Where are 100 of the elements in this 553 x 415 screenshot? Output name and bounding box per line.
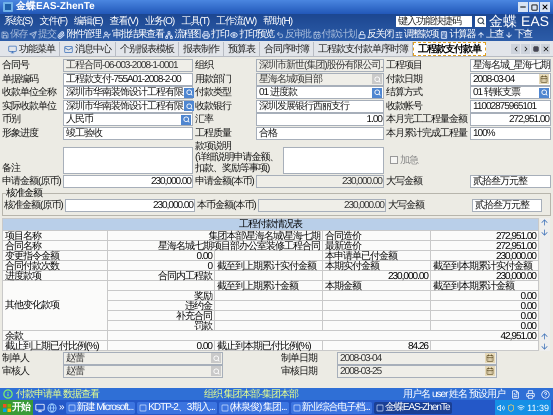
lookup-button[interactable] (539, 88, 549, 98)
scroll-up-icon[interactable] (540, 218, 549, 226)
table-cell: 截至到本期累计金额 (431, 280, 539, 290)
help-icon[interactable] (541, 390, 550, 398)
minimize-button[interactable] (518, 2, 528, 12)
lookup-button[interactable] (181, 114, 191, 124)
input-field[interactable]: 01 进度款 (256, 86, 384, 99)
printer-icon (202, 30, 210, 38)
input-field[interactable]: 272,951.00 (470, 113, 551, 126)
lookup-button[interactable] (184, 88, 194, 98)
menu-item[interactable]: 查看(V) (109, 16, 138, 26)
tab-list-button[interactable] (531, 44, 540, 54)
taskbar-button[interactable]: (林泉俊) 集团... (218, 402, 288, 414)
toolbar-button[interactable]: 流程图 (165, 29, 202, 40)
toolbar-button[interactable]: 调整款项 (394, 29, 440, 40)
field-label: 申请金额(本币) (195, 176, 254, 186)
close-tab-button[interactable] (541, 44, 550, 54)
input-field[interactable]: 2008-03-04 (470, 72, 551, 86)
menu-item[interactable]: 工作流(W) (216, 16, 256, 26)
field-label: 单据编码 (2, 74, 40, 84)
menu-item[interactable]: 业务(O) (144, 16, 174, 26)
toolbar-button[interactable]: 反关闭 (358, 29, 395, 40)
tab[interactable]: 报表制作 (179, 42, 224, 56)
field-label: 收款单位全称 (2, 87, 58, 98)
tab[interactable]: 合同序时簿 (260, 42, 314, 56)
tab[interactable]: 功能菜单 (4, 42, 60, 56)
input-field[interactable]: 01 转账支票 (470, 86, 551, 99)
table-cell: 截止到本期已付比例(%) (215, 340, 323, 350)
menu-item[interactable]: 帮助(H) (263, 16, 292, 26)
maximize-button[interactable] (529, 2, 539, 12)
toolbar-button[interactable]: 计算器 (440, 29, 478, 40)
tab[interactable]: 工程款支付款单 (413, 42, 486, 56)
shield-icon[interactable] (507, 404, 516, 412)
input-field[interactable]: 工程款支付-755A01-2008-2-00 (63, 72, 193, 86)
checkbox[interactable] (390, 156, 398, 164)
menu-item[interactable]: 工具(T) (181, 16, 210, 26)
clock: 11:39 (527, 402, 549, 412)
input-field[interactable]: 1.00 (256, 113, 384, 126)
quick-search-field[interactable]: 键入功能快捷码 (396, 16, 472, 26)
input-field[interactable]: 竣工验收 (63, 126, 193, 140)
input-field[interactable]: 11002875965101 (470, 100, 551, 112)
table-cell: 最新造价 (323, 240, 431, 250)
lookup-button[interactable] (372, 88, 382, 98)
field-label: 申请金额(原币) (2, 176, 61, 186)
input-field[interactable]: 合格 (256, 126, 384, 140)
field-label: 核准金额(原币) (4, 200, 63, 210)
scroll-down-icon[interactable] (540, 228, 549, 236)
table-cell: 违约金 (108, 300, 215, 310)
lookup-button[interactable] (184, 101, 194, 111)
toolbar-button[interactable]: 附件管理 (57, 29, 103, 40)
group-legend: 核准金额 (6, 188, 42, 198)
logo-text: 金蝶 EAS (489, 14, 549, 28)
toolbar-button[interactable]: 打印 (202, 29, 230, 40)
search-button[interactable] (475, 16, 486, 26)
tab[interactable]: 预算表 (224, 42, 260, 56)
printer-icon[interactable] (526, 390, 535, 398)
input-field[interactable]: 深圳发展银行西丽支行 (256, 100, 384, 112)
input-field[interactable]: 230,000.00 (63, 174, 193, 188)
speaker-icon[interactable] (497, 404, 506, 412)
desktop-icon[interactable] (35, 402, 45, 412)
input-field[interactable]: 人民币 (63, 113, 193, 126)
taskbar-button[interactable]: 新建 Microsoft... (66, 402, 136, 414)
remark-field[interactable] (63, 146, 193, 174)
scroll-down-icon[interactable] (540, 342, 549, 350)
field-label: 收款银行 (195, 100, 232, 112)
taskbar-button[interactable]: 金蝶EAS-ZhenTe (374, 402, 452, 414)
input-field[interactable]: 深圳市华南装饰设计工程有限 (63, 100, 193, 112)
document-icon[interactable] (511, 390, 520, 398)
date-picker-button[interactable] (539, 74, 549, 84)
search-icon (374, 89, 380, 96)
taskbar-button[interactable]: KDTP-2、3期入... (137, 402, 217, 414)
scrollbar[interactable] (540, 218, 550, 350)
field-label: 本币金额(本币) (197, 200, 256, 210)
toolbar-button[interactable]: 下查 (505, 29, 534, 40)
input-field[interactable]: 贰拾叁万元整 (470, 174, 551, 188)
network-icon[interactable] (517, 404, 526, 412)
start-button[interactable]: 开始 (0, 400, 33, 415)
previous-tab-button[interactable] (511, 44, 520, 54)
toolbar-button[interactable]: 审批结果查看 (102, 29, 166, 40)
menu-item[interactable]: 系统(S) (4, 16, 32, 26)
table-cell: 0.00 (431, 290, 539, 300)
scroll-up-icon[interactable] (540, 332, 549, 340)
taskbar-button[interactable]: 新业综合电子档... (290, 402, 372, 414)
table-cell: 84.26 (323, 340, 431, 350)
input-field[interactable]: 星海名城_星海七期 (470, 59, 551, 72)
menu-item[interactable]: 文件(F) (39, 16, 68, 26)
description-field[interactable] (283, 146, 384, 174)
input-field[interactable]: 贰拾叁万元整 (472, 198, 542, 212)
close-button[interactable] (540, 2, 550, 12)
globe-icon[interactable] (47, 402, 57, 412)
tab[interactable]: 个别报表模板 (116, 42, 179, 56)
toolbar-button[interactable]: 打印预览 (230, 29, 276, 40)
input-field[interactable]: 深圳市华南装饰设计工程有限 (63, 86, 193, 99)
next-tab-button[interactable] (521, 44, 530, 54)
menu-item[interactable]: 编辑(E) (74, 16, 102, 26)
input-field[interactable]: 230,000.00 (65, 198, 195, 212)
overflow-button[interactable]: » (59, 402, 64, 413)
toolbar-button[interactable]: 上查 (477, 29, 506, 40)
input-field[interactable]: 100% (470, 126, 551, 140)
tab[interactable]: 消息中心 (60, 42, 116, 56)
